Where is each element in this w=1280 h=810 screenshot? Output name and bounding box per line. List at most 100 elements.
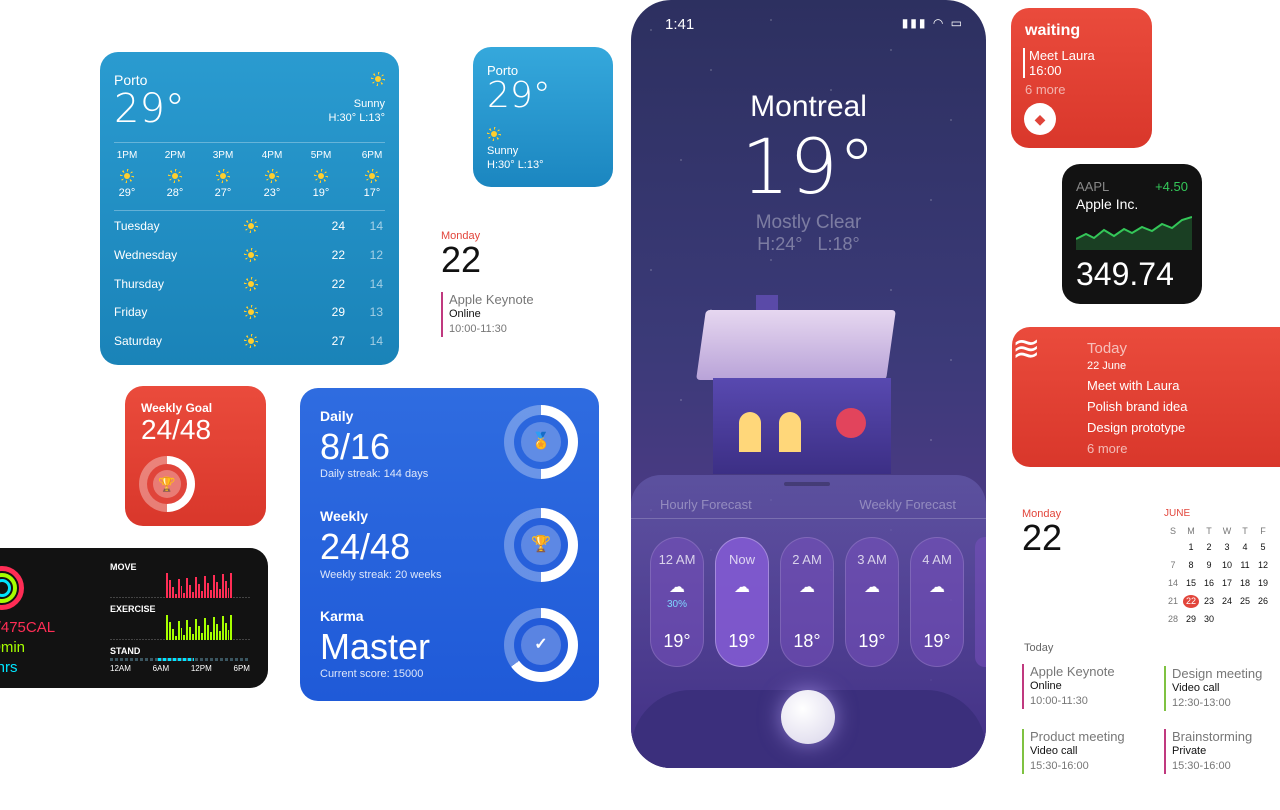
- tab-hourly[interactable]: Hourly Forecast: [660, 497, 752, 512]
- activity-bar: [136, 639, 139, 640]
- activity-bar: [148, 639, 151, 640]
- goals-widget-large[interactable]: Daily 8/16 Daily streak: 144 days 🏅 Week…: [300, 388, 599, 701]
- exercise-chart: [110, 614, 250, 640]
- task-item[interactable]: Meet Laura 16:00: [1023, 48, 1095, 78]
- tag-icon[interactable]: ◆: [1024, 103, 1056, 135]
- activity-bar: [177, 621, 180, 640]
- day-cell[interactable]: [1254, 613, 1272, 626]
- stock-widget[interactable]: AAPL +4.50 Apple Inc. 349.74: [1062, 164, 1202, 304]
- day-cell[interactable]: 22: [1183, 595, 1199, 608]
- day-cell[interactable]: 1: [1182, 541, 1200, 554]
- day-cell[interactable]: 25: [1236, 595, 1254, 608]
- exercise-label: EXERCISE: [110, 604, 156, 614]
- event-item[interactable]: Product meeting Video call 15:30-16:00: [1022, 729, 1125, 774]
- weekday-header: M: [1187, 526, 1195, 536]
- medal-icon: 🏅: [521, 422, 561, 462]
- time-axis: 12AM 6AM 12PM 6PM: [110, 664, 250, 673]
- day-cell[interactable]: 10: [1218, 559, 1236, 572]
- hour-card[interactable]: 12 AM ☁ 30% 19°: [650, 537, 704, 667]
- activity-bar: [212, 575, 215, 598]
- calendar-widget-small[interactable]: Monday 22 Apple Keynote Online 10:00-11:…: [441, 230, 591, 337]
- day-cell[interactable]: 17: [1218, 577, 1236, 590]
- home-button[interactable]: [781, 690, 835, 744]
- activity-bar: [165, 573, 168, 598]
- todoist-widget[interactable]: ≋ Today 22 June Meet with Laura Polish b…: [1012, 327, 1280, 467]
- day-cell[interactable]: 19: [1254, 577, 1272, 590]
- activity-bar: [183, 635, 186, 640]
- day-cell[interactable]: 14: [1164, 577, 1182, 590]
- sun-icon: [244, 305, 258, 319]
- day-cell[interactable]: 24: [1218, 595, 1236, 608]
- day-cell[interactable]: 23: [1200, 595, 1218, 608]
- hi-lo: H:24° L:18°: [757, 234, 860, 254]
- activity-bar: [121, 639, 124, 640]
- day-cell[interactable]: 3: [1218, 541, 1236, 554]
- day-cell[interactable]: 9: [1200, 559, 1218, 572]
- calendar-widget-large[interactable]: Monday 22 JUNE S M T W T F 1 2 3 4 5 7 8 9 10 11 12 14 15 1…: [1022, 508, 1280, 788]
- day-cell[interactable]: 12: [1254, 559, 1272, 572]
- sheet-handle[interactable]: [784, 482, 830, 486]
- day-cell[interactable]: 4: [1236, 541, 1254, 554]
- weather-widget-small[interactable]: Porto 29° Sunny H:30° L:13°: [473, 47, 613, 187]
- hour-card-now[interactable]: Now ☁ 19°: [715, 537, 769, 667]
- tab-weekly[interactable]: Weekly Forecast: [859, 497, 956, 512]
- day-cell[interactable]: 2: [1200, 541, 1218, 554]
- activity-bar: [145, 597, 148, 598]
- task-item[interactable]: Meet with Laura: [1087, 378, 1180, 393]
- day-cell[interactable]: 30: [1200, 613, 1218, 626]
- day-cell[interactable]: 5: [1254, 541, 1272, 554]
- task-item[interactable]: Design prototype: [1087, 420, 1185, 435]
- day-cell[interactable]: [1164, 541, 1182, 554]
- activity-bar: [239, 639, 242, 640]
- activity-bar: [227, 588, 230, 598]
- activity-bar: [221, 574, 224, 598]
- weather-widget-large[interactable]: Porto 29° Sunny H:30° L:13° 1PM 29° 2PM 28°…: [100, 52, 399, 365]
- more-label: 6 more: [1087, 441, 1128, 456]
- hour-card[interactable]: 2 AM ☁ 18°: [780, 537, 834, 667]
- activity-widget[interactable]: 50/475CAL /30min 12hrs MOVE EXERCISE STA…: [0, 548, 268, 688]
- goal-widget-small[interactable]: Weekly Goal 24/48 🏆: [125, 386, 266, 526]
- day-cell[interactable]: [1236, 613, 1254, 626]
- todoist-title: Today: [1087, 340, 1128, 357]
- stand-label: STAND: [110, 646, 141, 656]
- tasks-widget-small[interactable]: waiting Meet Laura 16:00 6 more ◆: [1011, 8, 1152, 148]
- hour-card[interactable]: 3 AM ☁ 19°: [845, 537, 899, 667]
- day-cell[interactable]: 29: [1182, 613, 1200, 626]
- day-cell[interactable]: 11: [1236, 559, 1254, 572]
- activity-bar: [174, 594, 177, 598]
- activity-bar: [118, 639, 121, 640]
- day-cell[interactable]: 21: [1164, 595, 1182, 608]
- weekday-header: T: [1242, 526, 1248, 536]
- todoist-logo-icon: ≋: [1012, 330, 1041, 368]
- karma-label: Karma: [320, 608, 364, 624]
- activity-bar: [186, 578, 189, 598]
- phone-weather-app[interactable]: 1:41 ▮▮▮ ◠ ▭ Montreal 19° Mostly Clear H…: [631, 0, 986, 768]
- move-chart: [110, 572, 250, 598]
- goal-title: Weekly Goal: [141, 401, 213, 415]
- activity-bar: [142, 597, 145, 598]
- day-cell[interactable]: 26: [1254, 595, 1272, 608]
- activity-bar: [159, 597, 162, 598]
- event-item[interactable]: Brainstorming Private 15:30-16:00: [1164, 729, 1252, 774]
- day-cell[interactable]: 18: [1236, 577, 1254, 590]
- day-cell[interactable]: 15: [1182, 577, 1200, 590]
- day-row: Friday 29 13: [114, 305, 383, 319]
- event-item[interactable]: Design meeting Video call 12:30-13:00: [1164, 666, 1262, 711]
- event-item[interactable]: Apple Keynote Online 10:00-11:30: [1022, 664, 1115, 709]
- hour-card[interactable]: 4 AM ☁ 19°: [910, 537, 964, 667]
- activity-bar: [186, 620, 189, 640]
- activity-bar: [180, 586, 183, 598]
- day-cell[interactable]: 8: [1182, 559, 1200, 572]
- day-cell[interactable]: 28: [1164, 613, 1182, 626]
- activity-bar: [239, 597, 242, 598]
- day-cell[interactable]: [1218, 613, 1236, 626]
- activity-bar: [168, 622, 171, 640]
- event-item[interactable]: Apple Keynote Online 10:00-11:30: [441, 292, 591, 337]
- activity-bar: [162, 597, 165, 598]
- activity-bar: [157, 639, 159, 640]
- day-cell[interactable]: 7: [1164, 559, 1182, 572]
- activity-bar: [159, 639, 162, 640]
- task-item[interactable]: Polish brand idea: [1087, 399, 1187, 414]
- day-cell[interactable]: 16: [1200, 577, 1218, 590]
- weekday-header: T: [1206, 526, 1212, 536]
